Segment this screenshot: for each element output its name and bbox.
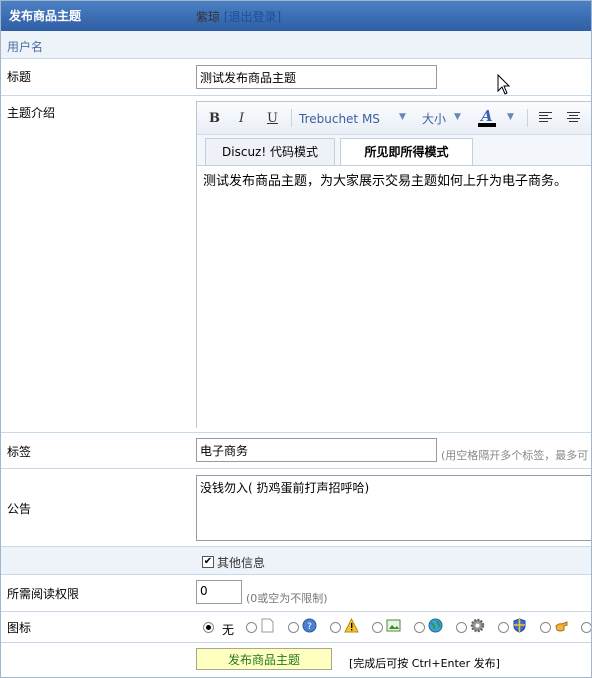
chevron-down-icon[interactable]: ▼ xyxy=(399,112,406,122)
icon-radio[interactable] xyxy=(288,622,299,633)
italic-button[interactable]: I xyxy=(239,110,244,128)
icon-radio[interactable] xyxy=(581,622,591,633)
intro-label: 主题介绍 xyxy=(7,106,56,120)
tab-discuz-code[interactable]: Discuz! 代码模式 xyxy=(205,138,335,165)
tags-hint: (用空格隔开多个标签，最多可 xyxy=(441,449,589,462)
username-value: 紫琼 xyxy=(196,10,221,24)
size-select[interactable]: 大小 xyxy=(422,110,446,128)
toolbar-divider xyxy=(291,109,292,127)
icon-radio[interactable] xyxy=(498,622,509,633)
icon-radio[interactable] xyxy=(540,622,551,633)
icon-label: 图标 xyxy=(7,621,32,635)
shield-icon xyxy=(513,618,526,633)
submit-hint: [完成后可按 Ctrl+Enter 发布] xyxy=(349,657,500,670)
picture-icon xyxy=(386,619,401,632)
tags-input[interactable]: 电子商务 xyxy=(196,438,437,462)
globe-icon xyxy=(428,618,443,633)
permission-hint: (0或空为不限制) xyxy=(246,592,328,605)
tab-wysiwyg[interactable]: 所见即所得模式 xyxy=(340,138,473,165)
font-select[interactable]: Trebuchet MS xyxy=(299,110,380,128)
extra-info-row xyxy=(1,547,591,575)
underline-button[interactable]: U xyxy=(267,110,278,128)
color-swatch xyxy=(478,123,496,127)
icon-radio[interactable] xyxy=(414,622,425,633)
icon-radio[interactable] xyxy=(456,622,467,633)
bold-button[interactable]: B xyxy=(209,110,220,128)
rich-text-editor: B I U Trebuchet MS ▼ 大小 ▼ A ▼ Discuz! 代码… xyxy=(196,101,591,428)
question-icon: ? xyxy=(302,618,317,633)
username-row: 用户名 xyxy=(1,31,591,59)
username-label: 用户名 xyxy=(7,40,44,54)
extra-info-checkbox[interactable]: ✔ xyxy=(202,556,214,568)
warning-icon xyxy=(344,618,359,633)
notice-label: 公告 xyxy=(7,502,32,516)
gear-icon xyxy=(470,618,485,633)
chevron-down-icon[interactable]: ▼ xyxy=(454,112,461,122)
editor-content-text: 测试发布商品主题，为大家展示交易主题如何上升为电子商务。 xyxy=(203,174,568,189)
svg-text:?: ? xyxy=(307,622,312,632)
post-form-panel: 发布商品主题 用户名 紫琼 [退出登录] 标题 测试发布商品主题 主题介绍 B … xyxy=(0,0,592,678)
panel-header: 发布商品主题 xyxy=(1,1,591,31)
icon-radio-none[interactable] xyxy=(203,622,214,633)
logout-link[interactable]: [退出登录] xyxy=(224,10,281,24)
title-label: 标题 xyxy=(7,70,32,84)
title-input[interactable]: 测试发布商品主题 xyxy=(196,65,437,89)
editor-content-area[interactable]: 测试发布商品主题，为大家展示交易主题如何上升为电子商务。 xyxy=(197,165,591,428)
tags-label: 标签 xyxy=(7,445,32,459)
editor-toolbar: B I U Trebuchet MS ▼ 大小 ▼ A ▼ xyxy=(197,102,591,135)
notice-textarea[interactable]: 没钱勿入( 扔鸡蛋前打声招呼哈) xyxy=(196,475,591,541)
chevron-down-icon[interactable]: ▼ xyxy=(507,112,514,122)
toolbar-divider xyxy=(527,109,528,127)
hand-icon xyxy=(555,621,568,632)
blank-page-icon xyxy=(261,618,274,633)
permission-input[interactable]: 0 xyxy=(196,580,242,604)
submit-button[interactable]: 发布商品主题 xyxy=(196,648,332,670)
font-color-button[interactable]: A xyxy=(478,107,496,127)
icon-radio[interactable] xyxy=(372,622,383,633)
extra-info-label: 其他信息 xyxy=(217,556,266,570)
permission-label: 所需阅读权限 xyxy=(7,587,80,601)
icon-radio[interactable] xyxy=(330,622,341,633)
icon-none-label: 无 xyxy=(222,623,235,637)
editor-mode-tabs: Discuz! 代码模式 所见即所得模式 xyxy=(197,136,591,165)
username-text: 紫琼 [退出登录] xyxy=(196,8,281,25)
align-left-icon[interactable] xyxy=(539,112,552,123)
icon-radio[interactable] xyxy=(246,622,257,633)
mouse-pointer-icon xyxy=(497,73,511,95)
align-center-icon[interactable] xyxy=(567,112,580,123)
page-title: 发布商品主题 xyxy=(9,9,82,23)
